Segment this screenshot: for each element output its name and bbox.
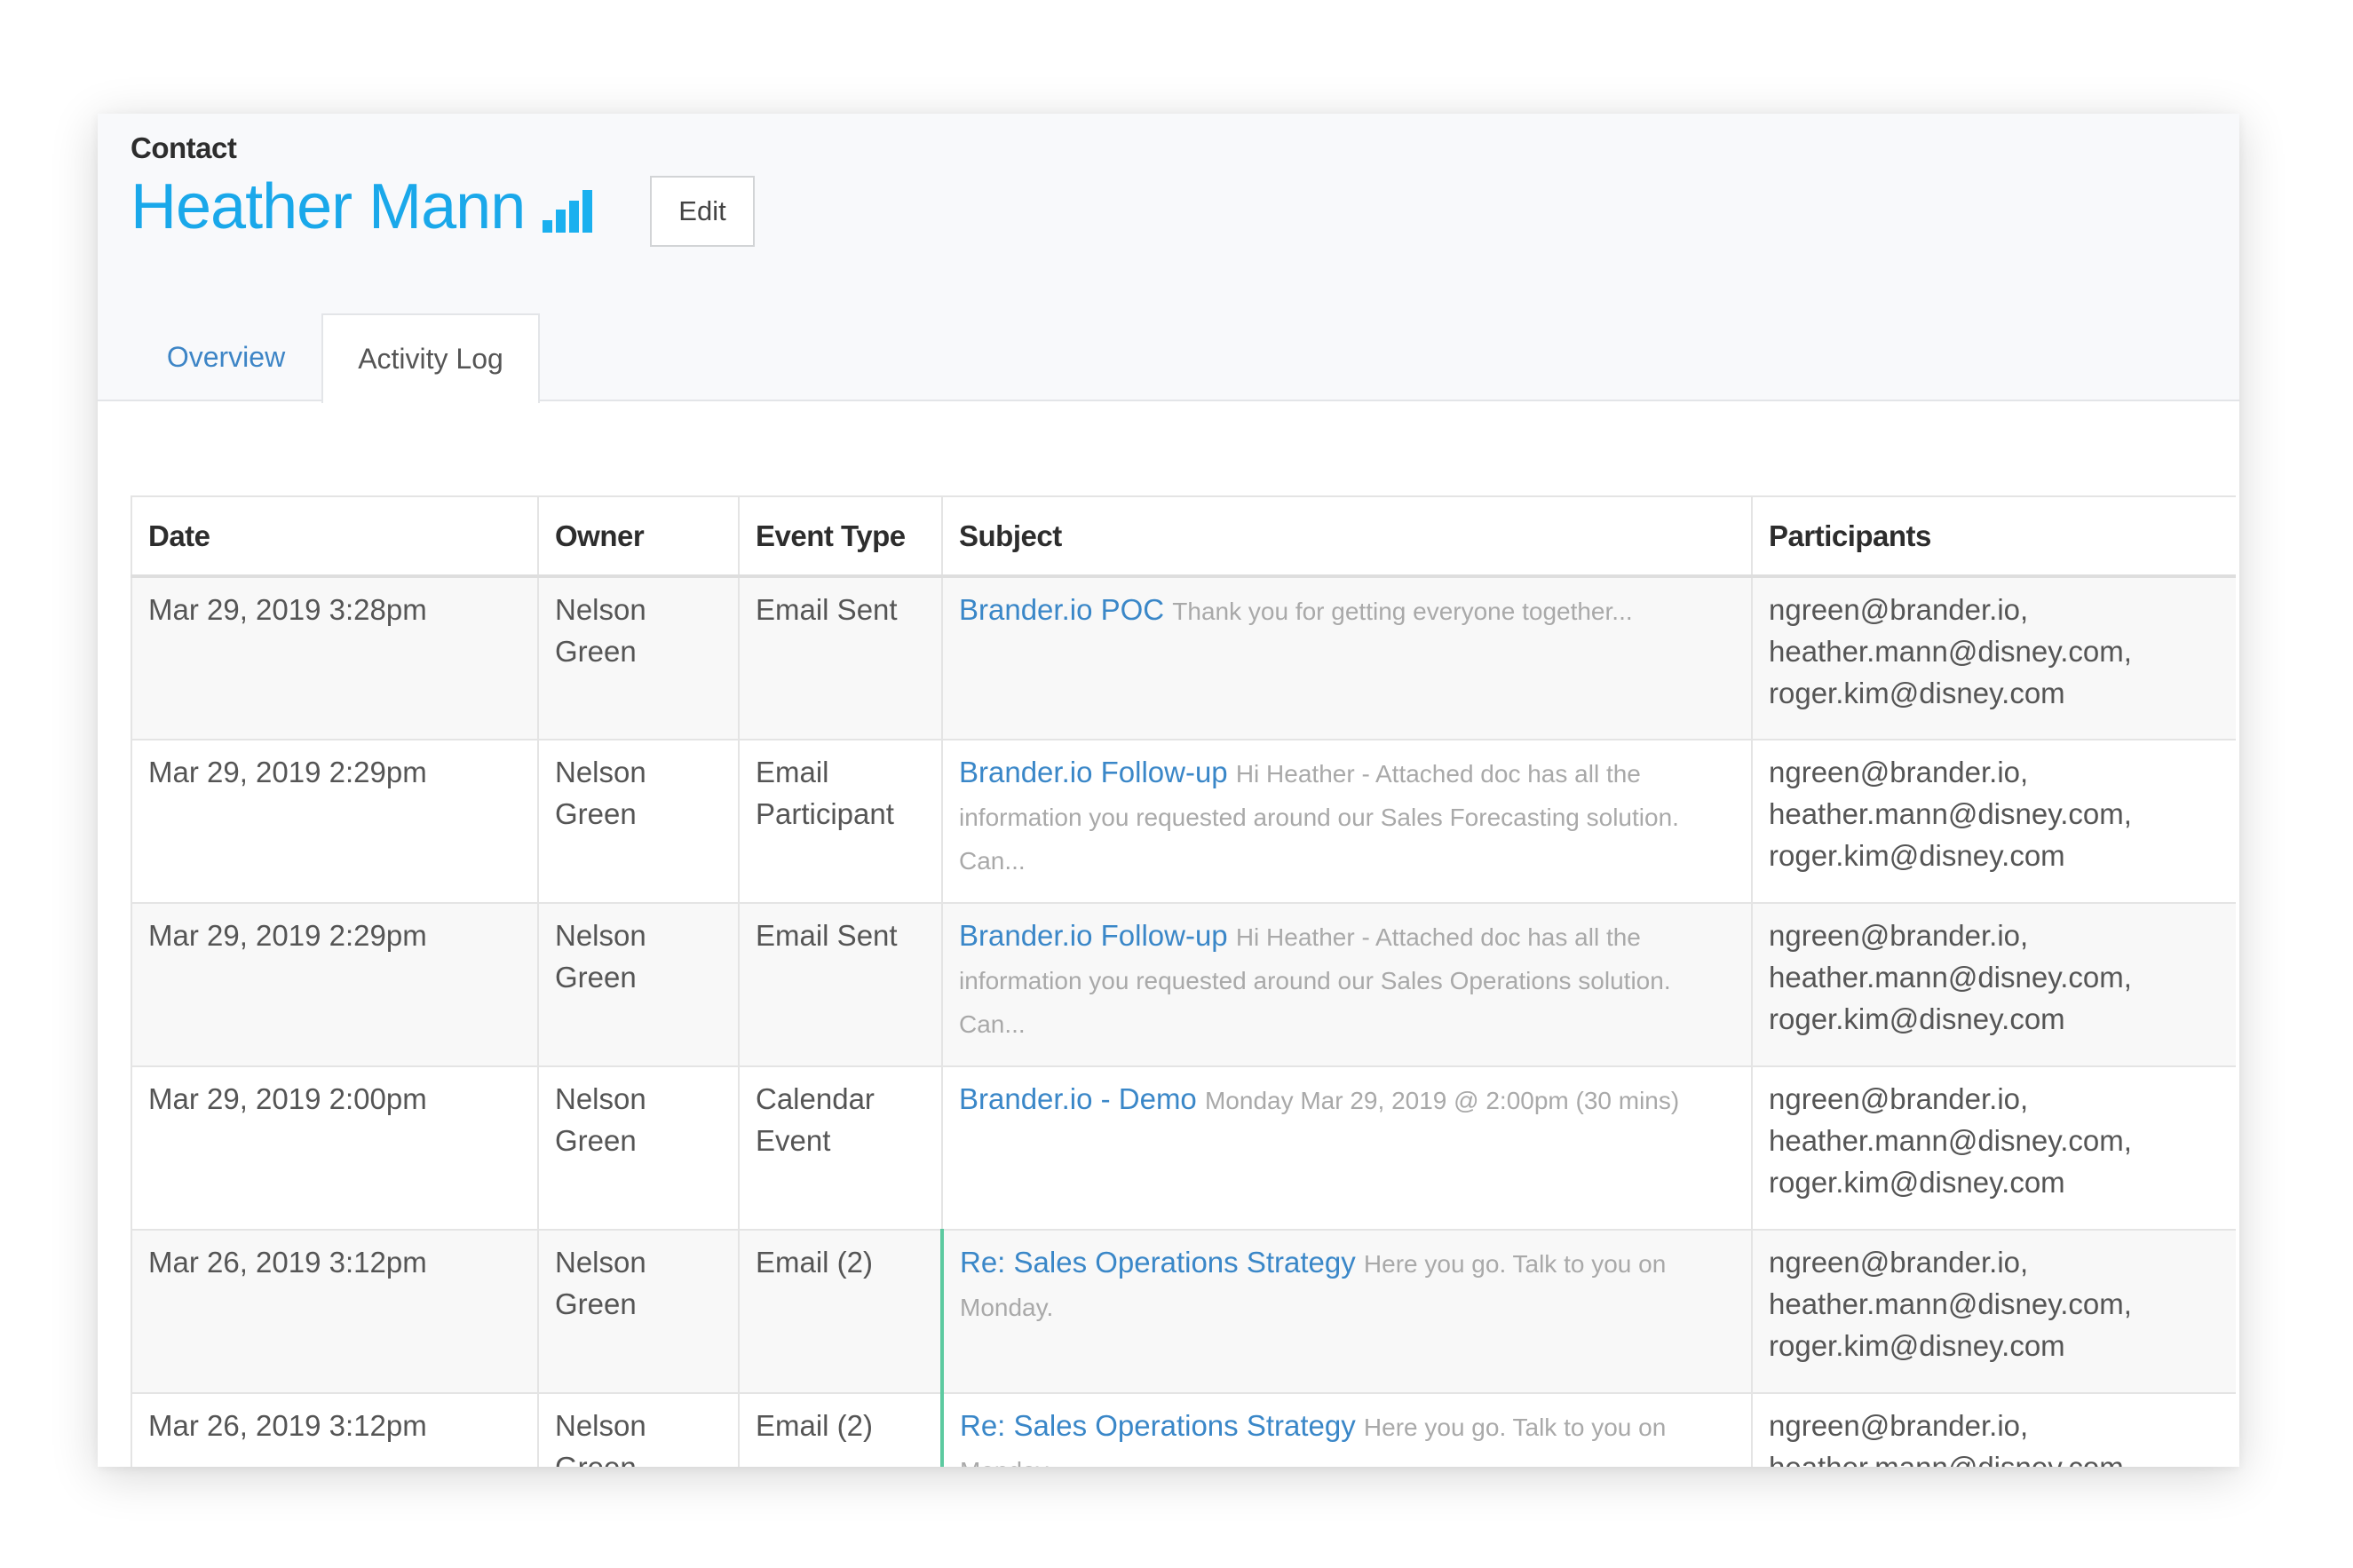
cell-owner: Nelson Green [537,1392,740,1467]
cell-participants: ngreen@brander.io, heather.mann@disney.co… [1751,739,2236,904]
cell-date: Mar 29, 2019 2:29pm [131,902,539,1067]
cell-event-type: Email Sent [738,902,943,1067]
cell-event-type: Email (2) [738,1392,943,1467]
cell-date: Mar 29, 2019 3:28pm [131,575,539,740]
cell-subject: Brander.io Follow-up Hi Heather - Attach… [941,739,1753,904]
cell-event-type: Email Participant [738,739,943,904]
cell-subject: Re: Sales Operations Strategy Here you g… [940,1392,1753,1467]
cell-event-type: Email (2) [738,1229,943,1394]
cell-owner: Nelson Green [537,739,740,904]
tab-bar: Overview Activity Log [131,313,540,403]
participant-email: roger.kim@disney.com [1769,1329,2065,1362]
column-header-subject[interactable]: Subject [941,495,1753,578]
signal-bar [556,210,566,233]
cell-owner: Nelson Green [537,902,740,1067]
cell-subject: Brander.io - Demo Monday Mar 29, 2019 @ … [941,1065,1753,1231]
table-row[interactable]: Mar 29, 2019 2:00pm Nelson Green Calendar … [131,1065,2236,1231]
participant-email: roger.kim@disney.com [1769,1166,2065,1199]
participant-email: heather.mann@disney.com, [1769,797,2132,830]
cell-participants: ngreen@brander.io, heather.mann@disney.co… [1751,1229,2236,1394]
edit-button[interactable]: Edit [650,176,755,247]
column-header-date[interactable]: Date [131,495,539,578]
participant-email: heather.mann@disney.com, [1769,635,2132,668]
subject-link[interactable]: Brander.io POC [959,593,1164,626]
table-header-row: Date Owner Event Type Subject Participan… [131,495,2236,578]
table-row[interactable]: Mar 29, 2019 2:29pm Nelson Green Email Sen… [131,902,2236,1067]
signal-bar [582,190,593,233]
table-row[interactable]: Mar 26, 2019 3:12pmNelson GreenEmail (2)… [131,1392,2236,1467]
cell-participants: ngreen@brander.io, heather.mann@disney.co… [1751,1392,2236,1467]
subject-link[interactable]: Brander.io Follow-up [959,919,1228,952]
signal-strength-icon [543,190,593,233]
cell-owner: Nelson Green [537,1065,740,1231]
column-header-participants[interactable]: Participants [1751,495,2236,578]
contact-header: Contact Heather Mann Edit Overview Activ… [98,114,2239,403]
participant-email: ngreen@brander.io, [1769,593,2029,626]
activity-table-container: Date Owner Event Type Subject Participan… [131,495,2236,1467]
subject-link[interactable]: Re: Sales Operations Strategy [960,1246,1356,1279]
contact-card: Contact Heather Mann Edit Overview Activ… [98,114,2239,1467]
cell-participants: ngreen@brander.io, heather.mann@disney.co… [1751,1065,2236,1231]
cell-date: Mar 26, 2019 3:12pm [131,1229,539,1394]
cell-event-type: Calendar Event [738,1065,943,1231]
table-row[interactable]: Mar 29, 2019 2:29pm Nelson Green Email Par… [131,739,2236,904]
participant-email: heather.mann@disney.com, [1769,1124,2132,1157]
title-row: Heather Mann [131,169,593,245]
subject-link[interactable]: Re: Sales Operations Strategy [960,1409,1356,1442]
cell-participants: ngreen@brander.io, heather.mann@disney.co… [1751,902,2236,1067]
cell-participants: ngreen@brander.io, heather.mann@disney.co… [1751,575,2236,740]
subject-preview: Monday Mar 29, 2019 @ 2:00pm (30 mins) [1204,1087,1680,1114]
cell-subject: Re: Sales Operations Strategy Here you g… [940,1229,1753,1394]
participant-email: roger.kim@disney.com [1769,677,2065,709]
participant-email: heather.mann@disney.com, [1769,961,2132,994]
column-header-owner[interactable]: Owner [537,495,740,578]
cell-date: Mar 26, 2019 3:12pm [131,1392,539,1467]
participant-email: ngreen@brander.io, [1769,1082,2029,1115]
participant-email: heather.mann@disney.com, [1769,1287,2132,1320]
participant-email: ngreen@brander.io, [1769,1409,2029,1442]
subject-link[interactable]: Brander.io - Demo [959,1082,1197,1115]
cell-owner: Nelson Green [537,575,740,740]
column-header-event-type[interactable]: Event Type [738,495,943,578]
record-type-label: Contact [131,131,237,164]
signal-bar [569,201,580,233]
cell-date: Mar 29, 2019 2:29pm [131,739,539,904]
subject-preview: Thank you for getting everyone together.… [1172,598,1633,625]
participant-email: heather.mann@disney.com, [1769,1446,2220,1467]
table-row[interactable]: Mar 26, 2019 3:12pmNelson GreenEmail (2)… [131,1229,2236,1394]
participant-email: ngreen@brander.io, [1769,756,2029,788]
cell-subject: Brander.io Follow-up Hi Heather - Attach… [941,902,1753,1067]
participant-email: ngreen@brander.io, [1769,919,2029,952]
tab-activity-log[interactable]: Activity Log [321,313,540,403]
tab-overview[interactable]: Overview [131,313,321,401]
signal-bar [543,220,553,233]
activity-log-table: Date Owner Event Type Subject Participan… [131,495,2236,1467]
cell-event-type: Email Sent [738,575,943,740]
cell-owner: Nelson Green [537,1229,740,1394]
participant-email: roger.kim@disney.com [1769,839,2065,872]
table-row[interactable]: Mar 29, 2019 3:28pm Nelson Green Email Sen… [131,575,2236,740]
cell-subject: Brander.io POC Thank you for getting eve… [941,575,1753,740]
participant-email: ngreen@brander.io, [1769,1246,2029,1279]
participant-email: roger.kim@disney.com [1769,1002,2065,1035]
cell-date: Mar 29, 2019 2:00pm [131,1065,539,1231]
subject-link[interactable]: Brander.io Follow-up [959,756,1228,788]
contact-name: Heather Mann [131,171,526,242]
